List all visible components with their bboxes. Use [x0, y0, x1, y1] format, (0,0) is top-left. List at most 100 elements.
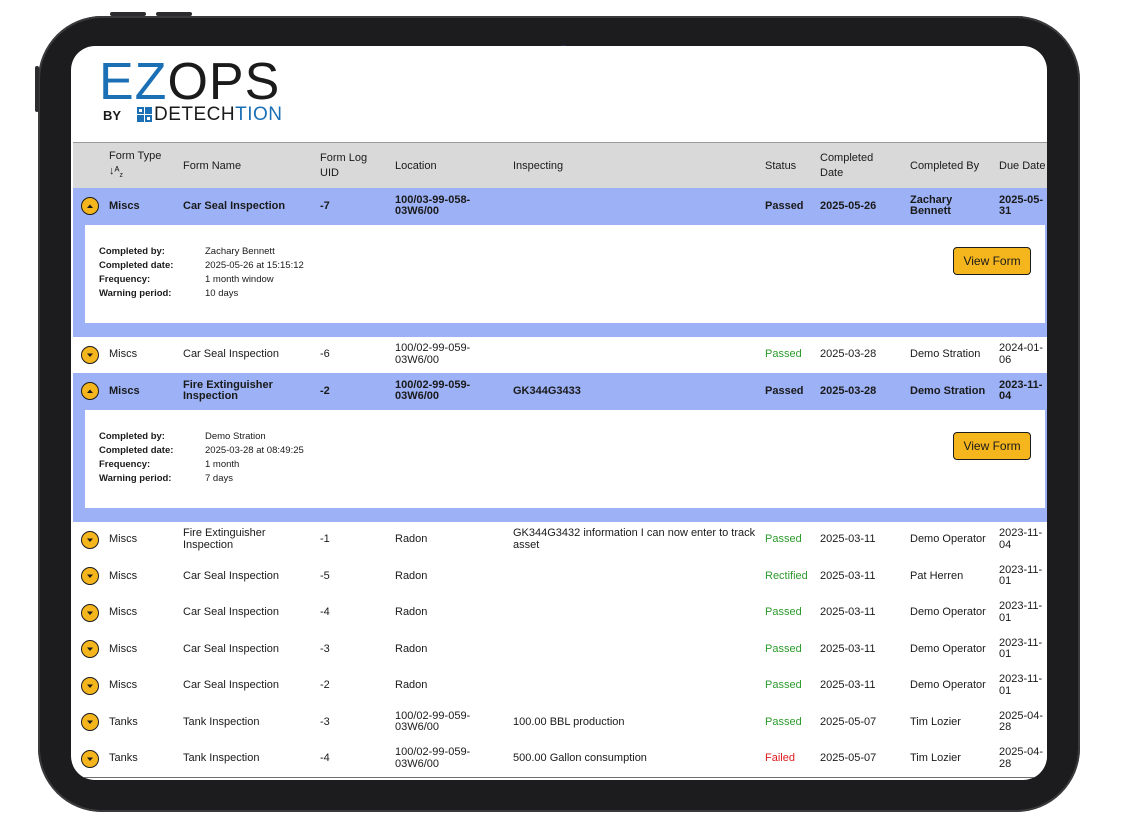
cell-status: Passed — [765, 668, 819, 705]
view-form-button[interactable]: View Form — [953, 246, 1031, 275]
table-row[interactable]: Miscs Fire Extinguisher Inspection -1 Radon… — [73, 521, 1047, 559]
cell-form-name: Fire Extinguisher Inspection — [183, 522, 313, 559]
forms-table: Form Type ↓ᴬz Form Name Form Log UID Loc… — [73, 142, 1047, 780]
row-summary[interactable]: Miscs Car Seal Inspection -6 100/02-99-059-… — [73, 337, 1047, 374]
cell-form-type: Miscs — [109, 631, 179, 668]
uid-text: -1 — [320, 533, 330, 545]
table-row[interactable]: Miscs Car Seal Inspection -5 Radon Rectified… — [73, 558, 1047, 596]
cell-form-name: Tank Inspection — [183, 741, 313, 778]
cell-uid: -7 — [320, 188, 390, 225]
row-summary[interactable]: Miscs Car Seal Inspection -7 100/03-99-058-… — [73, 188, 1047, 225]
detail-label: Completed by: — [99, 430, 165, 442]
form-name-text: Car Seal Inspection — [183, 199, 286, 212]
detail-value: 1 month window — [205, 273, 274, 285]
power-button — [35, 66, 39, 112]
table-row[interactable]: Miscs Car Seal Inspection -4 Radon Passed 202… — [73, 594, 1047, 632]
uid-text: -2 — [320, 679, 330, 691]
expand-toggle[interactable] — [81, 530, 99, 549]
inspecting-text: GK344G3432 information I can now enter t… — [513, 527, 756, 551]
cell-inspecting: GK344G3432 information I can now enter t… — [513, 522, 758, 559]
cell-form-type: Miscs — [109, 558, 179, 595]
uid-text: -7 — [320, 199, 330, 212]
expand-toggle[interactable] — [81, 676, 99, 695]
detail-label: Frequency: — [99, 273, 151, 285]
row-summary[interactable]: Miscs Fire Extinguisher Inspection -2 100/0… — [73, 373, 1047, 410]
expand-toggle[interactable] — [81, 603, 99, 622]
header-due-date-label: Due Date — [999, 159, 1046, 172]
detechtion-icon — [137, 107, 152, 122]
form-type-text: Miscs — [109, 606, 138, 618]
row-summary[interactable]: Tanks Tank Inspection -3 100/02-99-059-03W6… — [73, 704, 1047, 741]
cell-location: 100/02-99-059-03W6/00 — [395, 373, 505, 410]
row-summary[interactable]: Miscs Car Seal Inspection -5 Radon Rectified… — [73, 558, 1047, 595]
row-summary[interactable]: Miscs Car Seal Inspection -3 Radon Passed 202… — [73, 631, 1047, 668]
expand-toggle[interactable] — [81, 345, 99, 364]
table-row[interactable]: Miscs Car Seal Inspection -2 Radon Passed 202… — [73, 667, 1047, 705]
cell-location: Radon — [395, 558, 505, 595]
header-status[interactable]: Status — [765, 143, 815, 189]
expand-toggle[interactable] — [81, 713, 99, 732]
header-inspecting[interactable]: Inspecting — [513, 143, 753, 189]
header-form-log-uid[interactable]: Form Log UID — [320, 143, 390, 189]
header-form-type[interactable]: Form Type ↓ᴬz — [109, 143, 179, 189]
header-form-name[interactable]: Form Name — [183, 143, 313, 189]
expand-toggle[interactable] — [81, 749, 99, 768]
cell-completed-by: Demo Stration — [910, 337, 995, 374]
cell-form-name: Car Seal Inspection — [183, 668, 313, 705]
collapse-toggle[interactable] — [81, 197, 99, 216]
cell-due-date: 2024-01-06 — [999, 337, 1047, 374]
collapse-toggle[interactable] — [81, 382, 99, 401]
cell-form-type: Miscs — [109, 595, 179, 632]
expand-toggle[interactable] — [81, 640, 99, 659]
form-type-text: Tanks — [109, 715, 138, 728]
cell-form-name: Tank Inspection — [183, 704, 313, 741]
form-type-text: Tanks — [109, 752, 138, 764]
completed-by-text: Demo Stration — [910, 384, 986, 397]
table-row[interactable]: Miscs Car Seal Inspection -3 Radon Passed 202… — [73, 631, 1047, 669]
header-completed-date[interactable]: Completed Date — [820, 143, 900, 189]
form-name-text: Car Seal Inspection — [183, 348, 279, 360]
chevron-down-icon — [87, 353, 93, 357]
inspecting-text: 500.00 Gallon consumption — [513, 752, 647, 764]
table-row[interactable]: Tanks Tank Inspection -4 100/02-99-059-03W6… — [73, 740, 1047, 778]
sort-az-icon[interactable]: ↓ᴬz — [109, 164, 123, 183]
form-name-text: Fire Extinguisher Inspection — [183, 378, 273, 403]
cell-form-type: Tanks — [109, 704, 179, 741]
header-due-date[interactable]: Due Date — [999, 143, 1047, 189]
row-summary[interactable]: Tanks Tank Inspection -4 100/02-99-059-03W6… — [73, 741, 1047, 778]
header-completed-date-line2: Date — [820, 167, 844, 179]
detail-label: Warning period: — [99, 287, 172, 299]
status-text: Passed — [765, 642, 802, 655]
cell-location: Radon — [395, 522, 505, 559]
status-text: Passed — [765, 348, 802, 360]
chevron-down-icon — [87, 684, 93, 688]
cell-form-name: Car Seal Inspection — [183, 188, 313, 225]
form-type-text: Miscs — [109, 384, 140, 397]
cell-completed-date: 2025-03-11 — [820, 522, 900, 559]
row-summary[interactable]: Miscs Car Seal Inspection -2 Radon Passed 202… — [73, 668, 1047, 705]
cell-due-date: 2023-11-01 — [999, 558, 1047, 595]
table-row[interactable]: Miscs Car Seal Inspection -7 100/03-99-058-… — [73, 188, 1047, 338]
completed-date-text: 2025-03-11 — [820, 679, 876, 691]
cell-status: Passed — [765, 188, 819, 225]
location-text: Radon — [395, 533, 428, 545]
logo-detech: DETECH — [154, 104, 236, 125]
inspecting-text: GK344G3433 — [513, 384, 581, 397]
view-form-button[interactable]: View Form — [953, 431, 1031, 460]
table-row[interactable]: Tanks Tank Inspection -3 100/02-99-059-03W6… — [73, 704, 1047, 742]
completed-by-text: Zachary Bennett — [910, 193, 953, 218]
completed-date-text: 2025-03-28 — [820, 348, 877, 360]
cell-due-date: 2025-05-31 — [999, 188, 1047, 225]
cell-status: Passed — [765, 704, 819, 741]
header-completed-by[interactable]: Completed By — [910, 143, 995, 189]
uid-text: -4 — [320, 752, 330, 764]
header-location[interactable]: Location — [395, 143, 505, 189]
completed-by-text: Demo Operator — [910, 679, 986, 691]
row-summary[interactable]: Miscs Car Seal Inspection -4 Radon Passed 202… — [73, 595, 1047, 632]
expand-toggle[interactable] — [81, 567, 99, 586]
table-row[interactable]: Miscs Car Seal Inspection -6 100/02-99-059-… — [73, 336, 1047, 374]
table-row[interactable]: Miscs Fire Extinguisher Inspection -2 100/0… — [73, 373, 1047, 523]
logo-wordmark: EZOPS — [99, 56, 280, 108]
location-text: 100/02-99-059-03W6/00 — [395, 342, 471, 366]
row-summary[interactable]: Miscs Fire Extinguisher Inspection -1 Radon… — [73, 522, 1047, 559]
